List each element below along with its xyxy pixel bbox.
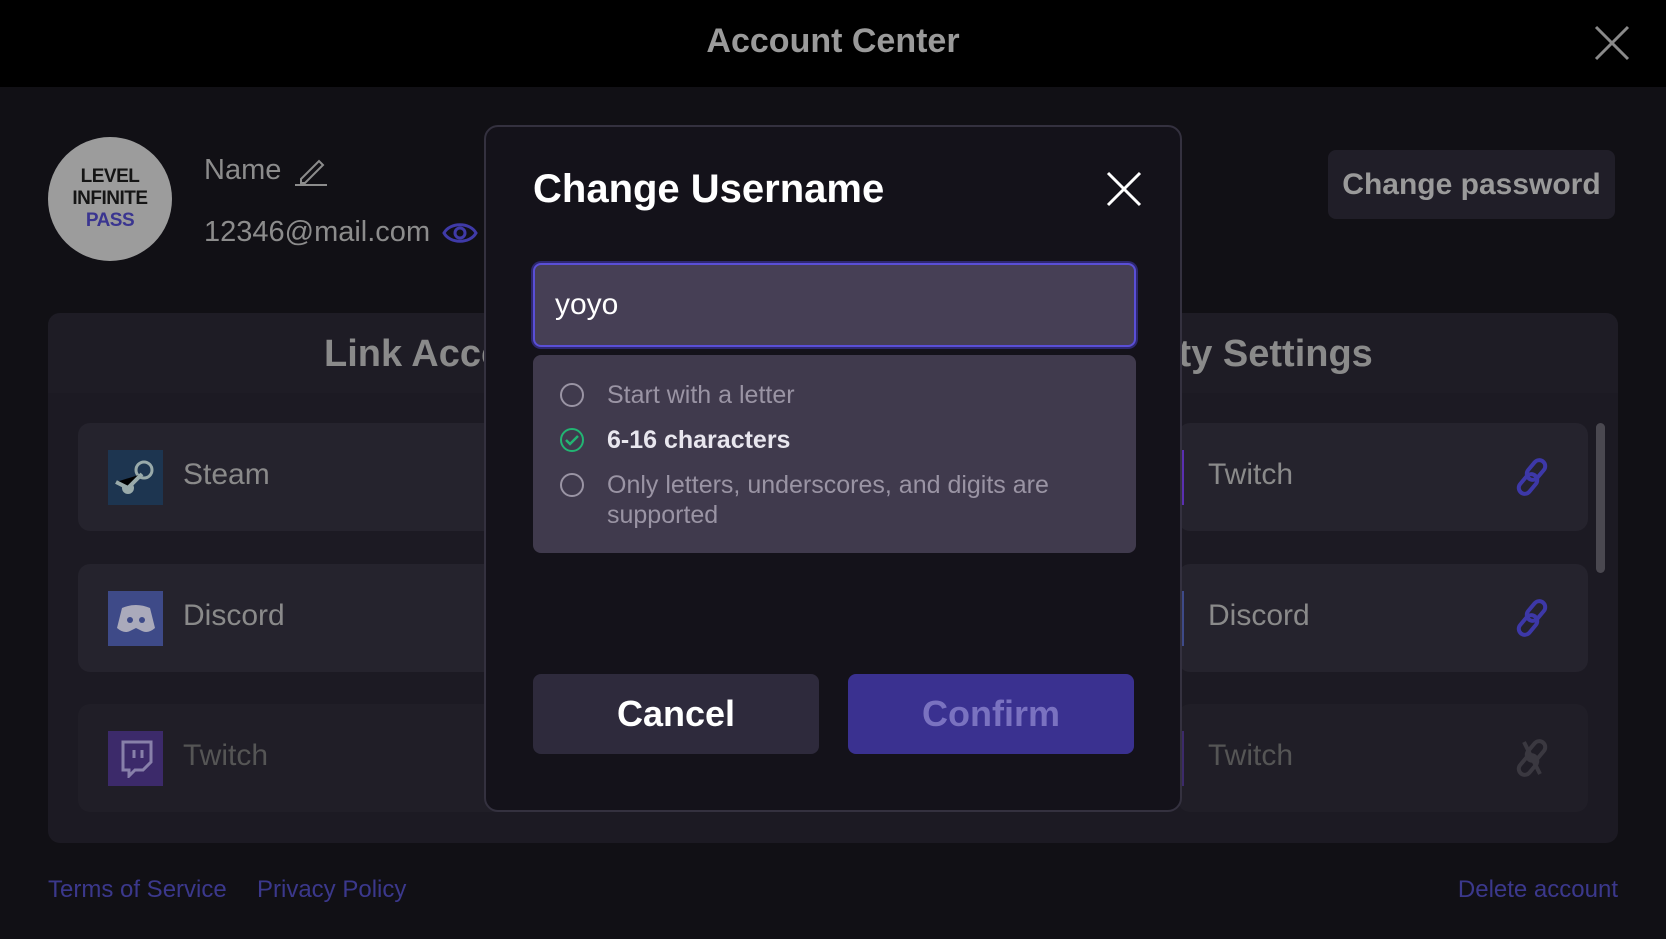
terms-link[interactable]: Terms of Service bbox=[48, 876, 227, 904]
email-text: 12346@mail.com bbox=[204, 216, 431, 248]
dialog-title: Change Username bbox=[533, 167, 885, 211]
rule-item: Only letters, underscores, and digits ar… bbox=[559, 470, 1119, 530]
discord-icon bbox=[108, 591, 163, 646]
steam-icon bbox=[108, 450, 163, 505]
row-label: Discord bbox=[183, 599, 285, 632]
delete-account-link[interactable]: Delete account bbox=[1458, 876, 1618, 904]
close-icon[interactable] bbox=[1594, 25, 1630, 61]
row-label: Steam bbox=[183, 458, 270, 491]
avatar-logo-line: PASS bbox=[85, 210, 135, 231]
profile-email: 12346@mail.com bbox=[204, 216, 478, 249]
link-accounts-title: Link Acco bbox=[324, 333, 505, 375]
rule-text: Only letters, underscores, and digits ar… bbox=[607, 471, 1049, 529]
change-username-dialog: Change Username Start with a letter 6-16… bbox=[484, 125, 1182, 812]
row-label: Twitch bbox=[183, 739, 269, 772]
name-label: Name bbox=[204, 154, 282, 186]
avatar: LEVEL INFINITE PASS bbox=[48, 137, 172, 261]
radio-empty-icon bbox=[560, 473, 584, 497]
edit-icon[interactable] bbox=[293, 155, 329, 187]
link-icon[interactable] bbox=[1512, 598, 1552, 638]
row-label: Twitch bbox=[1208, 739, 1294, 772]
check-circle-icon bbox=[560, 428, 584, 452]
security-settings-title: ity Settings bbox=[1168, 333, 1373, 375]
scrollbar[interactable] bbox=[1596, 423, 1605, 573]
twitch-icon bbox=[108, 731, 163, 786]
close-icon[interactable] bbox=[1106, 171, 1142, 207]
avatar-logo-line: LEVEL bbox=[80, 166, 140, 187]
rule-text: 6-16 characters bbox=[607, 426, 791, 454]
confirm-button[interactable]: Confirm bbox=[848, 674, 1134, 754]
rule-item: 6-16 characters bbox=[559, 425, 1119, 455]
rule-text: Start with a letter bbox=[607, 381, 795, 409]
security-row-twitch: Twitch bbox=[1178, 704, 1588, 812]
security-row-discord: Discord bbox=[1178, 564, 1588, 672]
page-title: Account Center bbox=[706, 22, 960, 60]
security-row-twitch: Twitch bbox=[1178, 423, 1588, 531]
change-password-button[interactable]: Change password bbox=[1328, 150, 1615, 219]
unlink-icon[interactable] bbox=[1512, 738, 1552, 778]
cancel-button[interactable]: Cancel bbox=[533, 674, 819, 754]
profile-name: Name bbox=[204, 154, 329, 187]
link-icon[interactable] bbox=[1512, 457, 1552, 497]
row-label: Twitch bbox=[1208, 458, 1294, 491]
row-label: Discord bbox=[1208, 599, 1310, 632]
privacy-link[interactable]: Privacy Policy bbox=[257, 876, 406, 904]
username-input[interactable] bbox=[533, 263, 1136, 347]
avatar-logo-line: INFINITE bbox=[72, 188, 148, 209]
eye-icon[interactable] bbox=[442, 219, 478, 247]
radio-empty-icon bbox=[560, 383, 584, 407]
username-rules: Start with a letter 6-16 characters Only… bbox=[533, 355, 1136, 553]
rule-item: Start with a letter bbox=[559, 380, 1119, 410]
